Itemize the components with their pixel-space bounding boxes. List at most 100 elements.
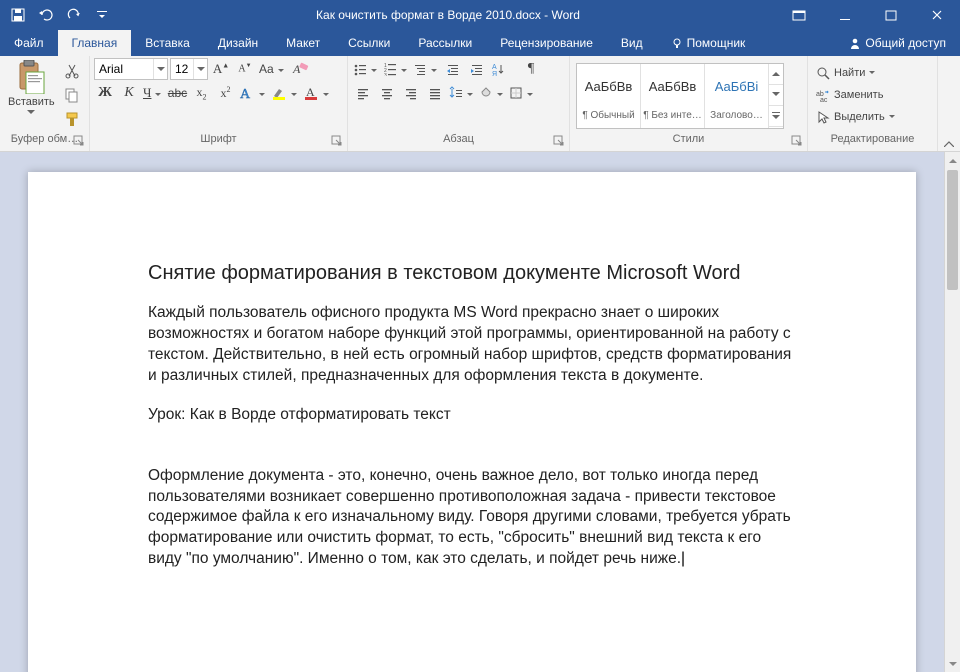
shrink-font-button[interactable]: A▼: [234, 58, 256, 80]
paragraph-launcher[interactable]: [553, 135, 567, 149]
sort-button[interactable]: AЯ: [490, 58, 518, 80]
find-button[interactable]: Найти: [812, 62, 899, 83]
group-font: A▲ A▼ Aa A Ж К Ч abc x2 x2 A A Шрифт: [90, 56, 348, 151]
numbering-button[interactable]: 123: [382, 58, 410, 80]
chevron-down-icon: [291, 86, 297, 100]
tab-review[interactable]: Рецензирование: [486, 30, 607, 56]
svg-text:3: 3: [384, 73, 387, 76]
tab-tellme[interactable]: Помощник: [657, 30, 760, 56]
highlight-button[interactable]: [270, 82, 300, 104]
font-name-combo[interactable]: [94, 58, 168, 80]
font-size-combo[interactable]: [170, 58, 208, 80]
scrollbar-thumb[interactable]: [947, 170, 958, 290]
save-button[interactable]: [4, 1, 32, 29]
font-color-button[interactable]: A: [302, 82, 332, 104]
doc-paragraph: Урок: Как в Ворде отформатировать текст: [148, 405, 796, 426]
clipboard-launcher[interactable]: [73, 135, 87, 149]
svg-text:A: A: [306, 85, 315, 99]
chevron-down-icon: [497, 86, 503, 100]
ribbon-tabs: Файл Главная Вставка Дизайн Макет Ссылки…: [0, 30, 960, 56]
tab-file[interactable]: Файл: [0, 30, 58, 56]
borders-button[interactable]: [508, 82, 536, 104]
style-no-spacing[interactable]: АаБбВв¶ Без инте…: [641, 64, 705, 128]
styles-down-button[interactable]: [769, 85, 783, 106]
tab-mailings[interactable]: Рассылки: [404, 30, 486, 56]
scroll-up-button[interactable]: [945, 152, 960, 168]
titlebar: Как очистить формат в Ворде 2010.docx - …: [0, 0, 960, 30]
maximize-button[interactable]: [868, 0, 914, 30]
group-paragraph: 123 AЯ ¶ Абзац: [348, 56, 570, 151]
align-right-button[interactable]: [400, 82, 422, 104]
line-spacing-button[interactable]: [448, 82, 476, 104]
tab-layout[interactable]: Макет: [272, 30, 334, 56]
underline-button[interactable]: Ч: [142, 82, 164, 104]
styles-launcher[interactable]: [791, 135, 805, 149]
show-marks-button[interactable]: ¶: [520, 58, 542, 80]
justify-button[interactable]: [424, 82, 446, 104]
align-center-button[interactable]: [376, 82, 398, 104]
redo-button[interactable]: [60, 1, 88, 29]
chevron-down-icon: [527, 86, 533, 100]
group-styles: АаБбВв¶ Обычный АаБбВв¶ Без инте… АаБбВі…: [570, 56, 808, 151]
styles-gallery[interactable]: АаБбВв¶ Обычный АаБбВв¶ Без инте… АаБбВі…: [576, 63, 784, 129]
replace-button[interactable]: abacЗаменить: [812, 84, 899, 105]
tab-view[interactable]: Вид: [607, 30, 657, 56]
bold-button[interactable]: Ж: [94, 82, 116, 104]
style-heading1[interactable]: АаБбВіЗаголово…: [705, 64, 769, 128]
decrease-indent-button[interactable]: [442, 58, 464, 80]
tab-home[interactable]: Главная: [58, 30, 132, 56]
chevron-down-icon: [323, 86, 329, 100]
multilevel-button[interactable]: [412, 58, 440, 80]
styles-expand-button[interactable]: [769, 106, 783, 127]
format-painter-button[interactable]: [61, 108, 83, 130]
styles-gallery-controls: [769, 64, 783, 128]
copy-button[interactable]: [61, 84, 83, 106]
paste-button[interactable]: Вставить: [4, 58, 59, 116]
undo-button[interactable]: [32, 1, 60, 29]
tab-share[interactable]: Общий доступ: [835, 30, 960, 56]
vertical-scrollbar[interactable]: [944, 152, 960, 672]
align-left-button[interactable]: [352, 82, 374, 104]
styles-up-button[interactable]: [769, 64, 783, 85]
subscript-button[interactable]: x2: [190, 82, 212, 104]
shading-button[interactable]: [478, 82, 506, 104]
bulb-icon: [671, 37, 683, 49]
doc-paragraph: Оформление документа - это, конечно, оче…: [148, 466, 796, 571]
bullets-button[interactable]: [352, 58, 380, 80]
increase-indent-button[interactable]: [466, 58, 488, 80]
text-effects-button[interactable]: A: [238, 82, 268, 104]
document-page[interactable]: Снятие форматирования в текстовом докуме…: [28, 172, 916, 672]
italic-button[interactable]: К: [118, 82, 140, 104]
chevron-down-icon[interactable]: [153, 59, 167, 79]
font-size-input[interactable]: [171, 62, 193, 76]
font-name-input[interactable]: [95, 62, 153, 76]
quick-access-toolbar: [0, 1, 120, 29]
tab-design[interactable]: Дизайн: [204, 30, 272, 56]
style-normal[interactable]: АаБбВв¶ Обычный: [577, 64, 641, 128]
chevron-down-icon[interactable]: [193, 59, 207, 79]
close-button[interactable]: [914, 0, 960, 30]
change-case-button[interactable]: Aa: [258, 58, 287, 80]
ribbon-display-button[interactable]: [776, 0, 822, 30]
document-area: Снятие форматирования в текстовом докуме…: [0, 152, 960, 672]
select-button[interactable]: Выделить: [812, 106, 899, 127]
cursor-icon: [816, 110, 830, 124]
tab-references[interactable]: Ссылки: [334, 30, 404, 56]
superscript-button[interactable]: x2: [214, 82, 236, 104]
font-launcher[interactable]: [331, 135, 345, 149]
chevron-down-icon: [431, 62, 437, 76]
minimize-button[interactable]: [822, 0, 868, 30]
cut-button[interactable]: [61, 60, 83, 82]
chevron-down-icon: [155, 86, 161, 100]
group-paragraph-label: Абзац: [352, 133, 565, 151]
scroll-down-button[interactable]: [945, 656, 960, 672]
chevron-down-icon: [259, 86, 265, 100]
qat-customize-button[interactable]: [88, 1, 116, 29]
strikethrough-button[interactable]: abc: [166, 82, 188, 104]
grow-font-button[interactable]: A▲: [210, 58, 232, 80]
document-scroll[interactable]: Снятие форматирования в текстовом докуме…: [0, 152, 944, 672]
collapse-ribbon-button[interactable]: [938, 56, 960, 151]
ribbon: Вставить Буфер обм… A▲ A▼ Aa A: [0, 56, 960, 152]
tab-insert[interactable]: Вставка: [131, 30, 204, 56]
clear-formatting-button[interactable]: A: [289, 58, 311, 80]
